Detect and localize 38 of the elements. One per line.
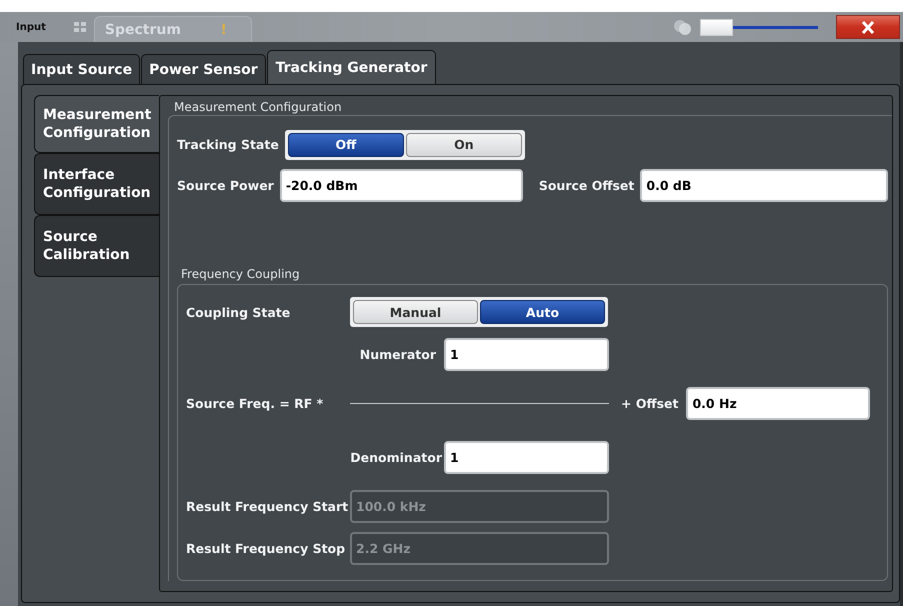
- input-field: 100.0 kHz: [350, 490, 609, 523]
- field-label: + Offset: [621, 396, 678, 411]
- grid-icon: [74, 22, 86, 32]
- input-field[interactable]: 1: [444, 338, 609, 370]
- field-label: Tracking State: [177, 137, 279, 152]
- group-title: Frequency Coupling: [181, 266, 301, 282]
- toggle-option[interactable]: Auto: [480, 300, 605, 324]
- side-tab[interactable]: Interface Configuration: [34, 153, 159, 215]
- group-title: Measurement Configuration: [174, 99, 343, 115]
- side-tab[interactable]: Source Calibration: [34, 215, 159, 277]
- side-tab[interactable]: Measurement Configuration: [34, 95, 159, 153]
- input-field[interactable]: 0.0 dB: [640, 169, 888, 202]
- field-label: Coupling State: [186, 304, 292, 320]
- formula-label: Source Freq. = RF *: [186, 396, 324, 411]
- slider-thumb[interactable]: [700, 19, 733, 36]
- tab[interactable]: Tracking Generator: [266, 50, 436, 84]
- input-field[interactable]: 0.0 Hz: [686, 387, 870, 420]
- field-label: Source Power: [177, 178, 274, 193]
- field-label: Numerator: [360, 346, 436, 362]
- input-field: 2.2 GHz: [350, 532, 609, 564]
- input-field[interactable]: 1: [444, 440, 609, 474]
- circles-icon: [672, 18, 694, 36]
- window-title: Input: [16, 22, 46, 32]
- tab[interactable]: Input Source: [23, 54, 140, 84]
- warning-mark: !: [220, 22, 227, 38]
- toggle-option[interactable]: On: [406, 132, 522, 156]
- field-label: Result Frequency Stop: [186, 540, 346, 556]
- close-button[interactable]: [836, 15, 900, 39]
- toggle-option[interactable]: Manual: [353, 300, 478, 324]
- toggle-option[interactable]: Off: [288, 132, 404, 156]
- field-label: Result Frequency Start: [186, 499, 350, 514]
- tab[interactable]: Power Sensor: [141, 54, 266, 84]
- app-tab-label: Spectrum: [104, 22, 182, 38]
- field-label: Denominator: [350, 450, 442, 464]
- field-label: Source Offset: [538, 178, 634, 193]
- close-icon: [861, 20, 875, 34]
- input-field[interactable]: -20.0 dBm: [280, 169, 523, 202]
- transparency-slider[interactable]: [700, 17, 818, 37]
